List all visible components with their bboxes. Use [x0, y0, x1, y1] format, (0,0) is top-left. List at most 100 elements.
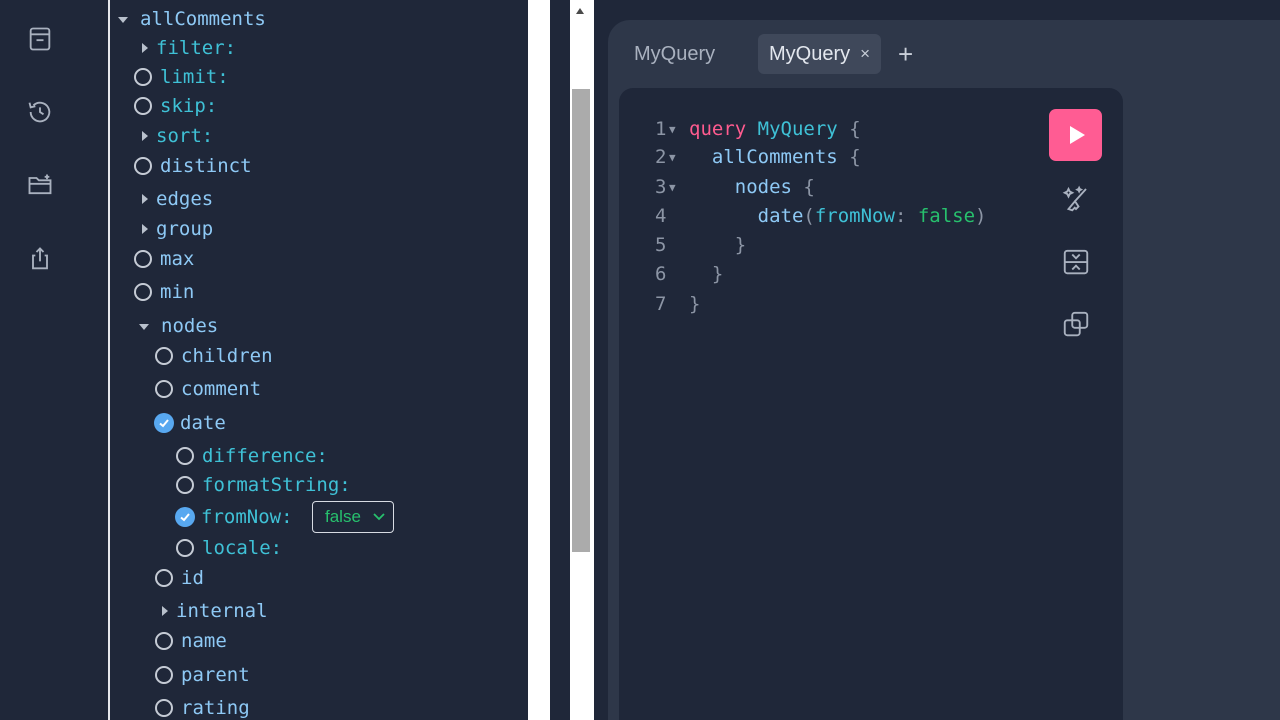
- field-min[interactable]: min: [134, 278, 194, 306]
- tab-label: MyQuery: [634, 42, 716, 65]
- explorer-root-allComments[interactable]: allComments: [118, 5, 266, 33]
- folder-add-icon[interactable]: [22, 167, 58, 203]
- line-number: 4: [655, 205, 667, 227]
- node-field-date[interactable]: date: [154, 409, 226, 437]
- radio-icon[interactable]: [176, 476, 194, 494]
- field-label: edges: [156, 188, 214, 210]
- radio-icon[interactable]: [134, 97, 152, 115]
- run-button[interactable]: [1049, 109, 1102, 161]
- copy-icon: [1063, 311, 1089, 337]
- line-number: 2: [655, 146, 667, 168]
- paren-token: ): [975, 205, 987, 227]
- scroll-up-arrow-icon[interactable]: [576, 8, 584, 14]
- field-label: children: [181, 345, 273, 367]
- root-field-label: allComments: [140, 8, 266, 30]
- tab-myquery-1[interactable]: MyQuery: [623, 34, 726, 74]
- panel-divider[interactable]: [528, 0, 550, 720]
- radio-icon[interactable]: [155, 666, 173, 684]
- arg-limit[interactable]: limit:: [134, 63, 229, 91]
- code-line-6: 6 }: [655, 260, 723, 288]
- radio-icon[interactable]: [176, 539, 194, 557]
- scrollbar-thumb[interactable]: [572, 89, 590, 552]
- field-label: group: [156, 218, 214, 240]
- date-arg-formatString[interactable]: formatString:: [176, 471, 351, 499]
- node-field-rating[interactable]: rating: [155, 694, 250, 720]
- field-label: comment: [181, 378, 262, 400]
- chevron-down-icon: [118, 17, 128, 23]
- arg-filter[interactable]: filter:: [142, 34, 236, 62]
- date-arg-locale[interactable]: locale:: [176, 534, 282, 562]
- merge-fragments-button[interactable]: [1058, 244, 1094, 280]
- keyword-token: query: [689, 118, 747, 140]
- field-token: nodes: [734, 176, 792, 198]
- date-arg-fromNow[interactable]: fromNow:: [175, 503, 293, 531]
- node-field-name[interactable]: name: [155, 627, 227, 655]
- field-label: max: [160, 248, 195, 270]
- radio-icon[interactable]: [155, 699, 173, 717]
- field-label: internal: [176, 600, 268, 622]
- radio-icon[interactable]: [176, 447, 194, 465]
- node-field-parent[interactable]: parent: [155, 661, 250, 689]
- history-icon[interactable]: [22, 94, 58, 130]
- field-label: nodes: [161, 315, 219, 337]
- node-field-comment[interactable]: comment: [155, 375, 261, 403]
- field-label: distinct: [160, 155, 252, 177]
- radio-icon[interactable]: [155, 569, 173, 587]
- copy-button[interactable]: [1058, 306, 1094, 342]
- arg-label: sort:: [156, 125, 214, 147]
- tab-label: MyQuery: [769, 42, 851, 65]
- field-label: min: [160, 281, 195, 303]
- field-nodes[interactable]: nodes: [139, 312, 218, 340]
- merge-icon: [1063, 249, 1089, 275]
- field-label: parent: [181, 664, 250, 686]
- fold-arrow-icon[interactable]: ▼: [669, 151, 689, 164]
- chevron-right-icon: [142, 194, 148, 204]
- field-label: id: [181, 567, 204, 589]
- code-line-5: 5 }: [655, 231, 746, 259]
- run-icon: [1069, 126, 1085, 144]
- field-label: name: [181, 630, 227, 652]
- node-field-internal[interactable]: internal: [162, 597, 268, 625]
- radio-icon[interactable]: [134, 157, 152, 175]
- field-max[interactable]: max: [134, 245, 194, 273]
- radio-icon[interactable]: [134, 250, 152, 268]
- date-arg-difference[interactable]: difference:: [176, 442, 328, 470]
- prettify-icon: [1062, 185, 1087, 212]
- field-token: date: [757, 205, 804, 227]
- arg-sort[interactable]: sort:: [142, 122, 213, 150]
- chevron-right-icon: [142, 224, 148, 234]
- radio-icon[interactable]: [134, 283, 152, 301]
- field-edges[interactable]: edges: [142, 185, 213, 213]
- arg-label: locale:: [202, 537, 283, 559]
- radio-icon[interactable]: [155, 632, 173, 650]
- field-distinct[interactable]: distinct: [134, 152, 252, 180]
- checkmark-icon[interactable]: [154, 413, 174, 433]
- code-line-7: 7}: [655, 290, 700, 318]
- add-tab-button[interactable]: +: [898, 40, 913, 68]
- arg-skip[interactable]: skip:: [134, 92, 217, 120]
- tab-myquery-2[interactable]: MyQuery ×: [758, 34, 882, 74]
- node-field-children[interactable]: children: [155, 342, 273, 370]
- docs-icon[interactable]: [22, 21, 58, 57]
- operation-name-token: MyQuery: [757, 118, 838, 140]
- sidebar-rail: [0, 0, 80, 720]
- chevron-down-icon: [139, 324, 149, 330]
- arg-label: difference:: [202, 445, 328, 467]
- checkmark-icon[interactable]: [175, 507, 195, 527]
- field-label: date: [180, 412, 226, 434]
- explorer-panel: allComments filter: limit: skip: sort: d…: [108, 0, 530, 720]
- prettify-button[interactable]: [1058, 181, 1094, 217]
- arg-label: fromNow:: [201, 506, 293, 528]
- arg-label: skip:: [160, 95, 218, 117]
- close-icon[interactable]: ×: [860, 44, 870, 64]
- fold-arrow-icon[interactable]: ▼: [669, 181, 689, 194]
- brace-token: }: [711, 263, 724, 285]
- radio-icon[interactable]: [155, 380, 173, 398]
- radio-icon[interactable]: [134, 68, 152, 86]
- field-group[interactable]: group: [142, 215, 213, 243]
- radio-icon[interactable]: [155, 347, 173, 365]
- share-icon[interactable]: [22, 241, 58, 277]
- fromNow-value-select[interactable]: false: [312, 501, 394, 533]
- node-field-id[interactable]: id: [155, 564, 204, 592]
- fold-arrow-icon[interactable]: ▼: [669, 123, 689, 136]
